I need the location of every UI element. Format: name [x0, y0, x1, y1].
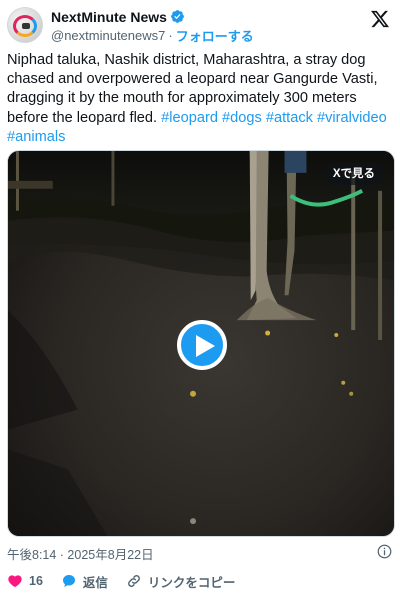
handle-separator: · [168, 27, 173, 43]
info-icon[interactable] [377, 544, 392, 559]
timestamp[interactable]: 午後8:14 · 2025年8月22日 [7, 548, 154, 562]
handle[interactable]: @nextminutenews7 [51, 28, 165, 43]
tweet-header: NextMinute News @nextminutenews7 · フォローす… [7, 5, 392, 45]
name-row: NextMinute News [51, 8, 185, 25]
timestamp-row: 午後8:14 · 2025年8月22日 [7, 544, 392, 562]
heart-icon [8, 575, 22, 588]
hashtag-link[interactable]: #attack [266, 110, 313, 126]
hashtag-link[interactable]: #animals [7, 129, 65, 145]
hashtag-link[interactable]: #dogs [222, 110, 262, 126]
play-icon [196, 335, 215, 357]
copy-link-button[interactable]: リンクをコピー [126, 572, 236, 591]
play-button[interactable] [177, 320, 227, 370]
hashtag-link[interactable]: #leopard [161, 110, 218, 126]
tweet-card: NextMinute News @nextminutenews7 · フォローす… [0, 0, 400, 593]
copy-link-label: リンクをコピー [147, 575, 236, 590]
follow-button[interactable]: フォローする [176, 26, 254, 45]
like-count: 16 [29, 574, 43, 588]
view-on-x-button[interactable]: Xで見る [323, 163, 384, 185]
like-button[interactable]: 16 [7, 573, 43, 589]
avatar[interactable] [7, 7, 43, 43]
avatar-logo-mark [22, 23, 30, 29]
reply-bubble-icon [62, 575, 75, 587]
reply-button[interactable]: 返信 [61, 572, 108, 591]
x-logo-icon[interactable] [370, 9, 390, 29]
hashtag-link[interactable]: #viralvideo [317, 110, 387, 126]
reply-label: 返信 [82, 575, 108, 590]
display-name[interactable]: NextMinute News [51, 9, 167, 25]
link-icon [127, 575, 140, 587]
verified-badge-icon [171, 10, 184, 23]
action-bar: 16 返信 リンクをコピー [7, 571, 253, 591]
handle-row: @nextminutenews7 · フォローする [51, 26, 254, 45]
tweet-text: Niphad taluka, Nashik district, Maharash… [7, 51, 395, 147]
video-player[interactable]: Xで見る [7, 150, 395, 537]
